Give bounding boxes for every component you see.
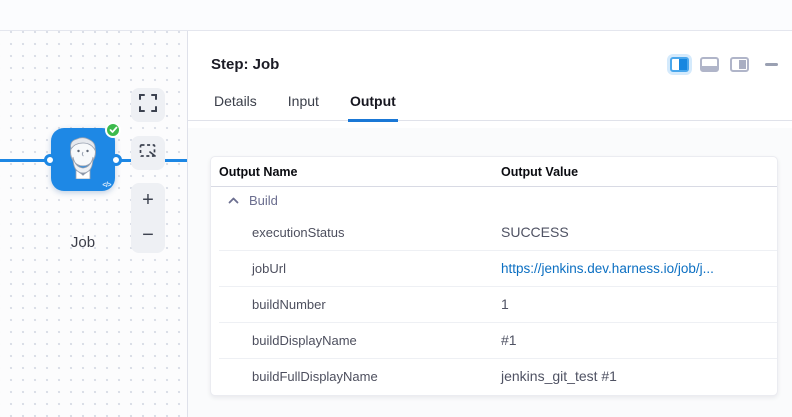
zoom-out-button[interactable]: − bbox=[131, 218, 165, 253]
panel-title: Step: Job bbox=[211, 56, 279, 73]
zoom-in-button[interactable]: + bbox=[131, 183, 165, 218]
tab-details[interactable]: Details bbox=[212, 93, 259, 120]
jenkins-icon bbox=[63, 135, 103, 184]
marquee-select-button[interactable] bbox=[131, 136, 165, 170]
job-step-node[interactable]: </> bbox=[51, 128, 115, 191]
column-header-output-name: Output Name bbox=[211, 165, 501, 179]
node-label: Job bbox=[51, 234, 115, 251]
job-url-link[interactable]: https://jenkins.dev.harness.io/job/j... bbox=[501, 261, 714, 276]
output-value-cell: SUCCESS bbox=[501, 224, 777, 240]
pipeline-execution-page: </> Job + − Step: Job bbox=[0, 0, 792, 417]
group-label: Build bbox=[249, 193, 278, 208]
output-name-cell: executionStatus bbox=[211, 225, 501, 240]
column-header-output-value: Output Value bbox=[501, 165, 777, 179]
code-icon: </> bbox=[102, 182, 111, 189]
output-name-cell: buildDisplayName bbox=[211, 333, 501, 348]
table-header-row: Output Name Output Value bbox=[211, 157, 777, 187]
output-value-cell: #1 bbox=[501, 332, 777, 348]
output-name-cell: buildNumber bbox=[211, 297, 501, 312]
dock-right-view-icon[interactable] bbox=[730, 57, 749, 72]
table-row: buildDisplayName #1 bbox=[211, 322, 777, 358]
marquee-select-icon bbox=[139, 143, 157, 164]
table-row: executionStatus SUCCESS bbox=[211, 214, 777, 250]
success-check-icon bbox=[105, 122, 121, 138]
top-header-bar bbox=[0, 0, 792, 31]
table-row: buildNumber 1 bbox=[211, 286, 777, 322]
step-details-panel: Step: Job Details Input Output Output Na… bbox=[187, 31, 792, 417]
build-group-toggle[interactable]: Build bbox=[211, 187, 777, 214]
output-value-cell: https://jenkins.dev.harness.io/job/j... bbox=[501, 260, 777, 276]
node-output-port[interactable] bbox=[110, 154, 122, 166]
output-value-cell: jenkins_git_test #1 bbox=[501, 368, 777, 384]
panel-view-toggles bbox=[670, 57, 778, 72]
output-name-cell: jobUrl bbox=[211, 261, 501, 276]
panel-tabs: Details Input Output bbox=[188, 93, 792, 121]
zoom-controls: + − bbox=[131, 183, 165, 253]
tab-input[interactable]: Input bbox=[286, 93, 321, 120]
output-tab-content: Output Name Output Value Build execution… bbox=[188, 128, 792, 417]
zoom-to-fit-icon bbox=[139, 94, 157, 117]
pipeline-canvas[interactable]: </> Job + − bbox=[0, 31, 187, 417]
split-right-view-icon[interactable] bbox=[670, 57, 689, 72]
split-bottom-view-icon[interactable] bbox=[700, 57, 719, 72]
table-row: jobUrl https://jenkins.dev.harness.io/jo… bbox=[211, 250, 777, 286]
tab-output[interactable]: Output bbox=[348, 93, 398, 122]
minimize-panel-icon[interactable] bbox=[765, 63, 778, 66]
table-row: buildFullDisplayName jenkins_git_test #1 bbox=[211, 358, 777, 394]
output-name-cell: buildFullDisplayName bbox=[211, 369, 501, 384]
chevron-up-icon bbox=[228, 197, 239, 204]
output-table-card: Output Name Output Value Build execution… bbox=[210, 156, 778, 396]
node-input-port[interactable] bbox=[44, 154, 56, 166]
zoom-to-fit-button[interactable] bbox=[131, 88, 165, 122]
output-value-cell: 1 bbox=[501, 296, 777, 312]
